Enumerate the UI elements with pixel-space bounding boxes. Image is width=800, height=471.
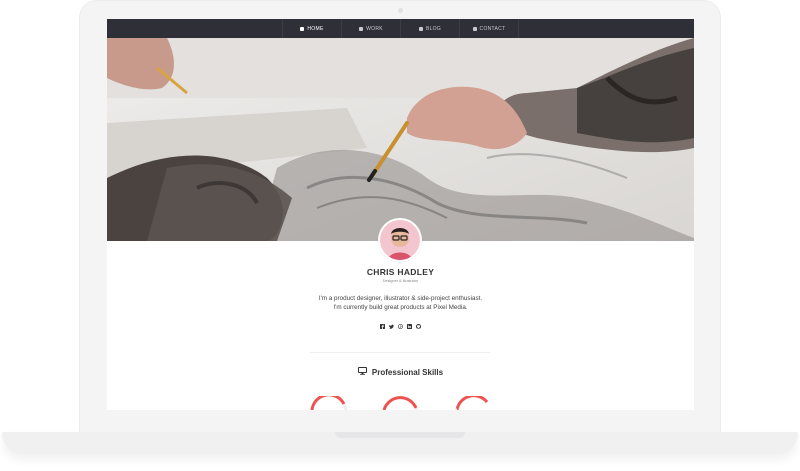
facebook-icon[interactable]: [380, 324, 385, 329]
bio-line: I'm a product designer, illustrator & si…: [318, 295, 483, 302]
skill-ring: [382, 396, 419, 410]
briefcase-icon: [359, 26, 364, 31]
nav-item-blog[interactable]: BLOG: [400, 19, 459, 38]
pinterest-icon[interactable]: [398, 324, 403, 329]
nav-item-work[interactable]: WORK: [341, 19, 400, 38]
skill-rings: [310, 396, 489, 410]
nav-item-label: CONTACT: [479, 25, 506, 32]
nav-item-contact[interactable]: CONTACT: [459, 19, 519, 38]
twitter-icon[interactable]: [389, 324, 394, 329]
nav-item-label: HOME: [307, 25, 324, 32]
avatar: [380, 220, 420, 260]
skills-heading: Professional Skills: [107, 367, 694, 377]
monitor-icon: [357, 367, 367, 377]
blog-icon: [418, 26, 423, 31]
top-navigation: HOME WORK BLOG CONTACT: [107, 19, 694, 38]
bio-line: I'm currently build great products at Pi…: [333, 304, 468, 311]
linkedin-icon[interactable]: [407, 324, 412, 329]
website-screen: HOME WORK BLOG CONTACT CHRIS HADLEY Desi…: [107, 19, 694, 410]
section-divider: [310, 352, 490, 353]
home-icon: [300, 26, 305, 31]
laptop-notch: [335, 432, 465, 438]
profile-role: Designer & Illustrator: [382, 279, 419, 283]
hero-image: [107, 38, 694, 241]
nav-item-home[interactable]: HOME: [282, 19, 341, 38]
social-links: [107, 324, 694, 329]
nav-item-label: BLOG: [425, 25, 442, 32]
profile-name: CHRIS HADLEY: [366, 267, 435, 277]
nav-item-label: WORK: [366, 25, 383, 32]
laptop-camera: [398, 8, 403, 13]
skill-ring: [310, 396, 348, 410]
envelope-icon: [472, 26, 477, 31]
github-icon[interactable]: [416, 324, 421, 329]
skill-ring: [455, 396, 489, 410]
profile-bio: I'm a product designer, illustrator & si…: [107, 294, 694, 312]
skills-title: Professional Skills: [371, 367, 444, 377]
